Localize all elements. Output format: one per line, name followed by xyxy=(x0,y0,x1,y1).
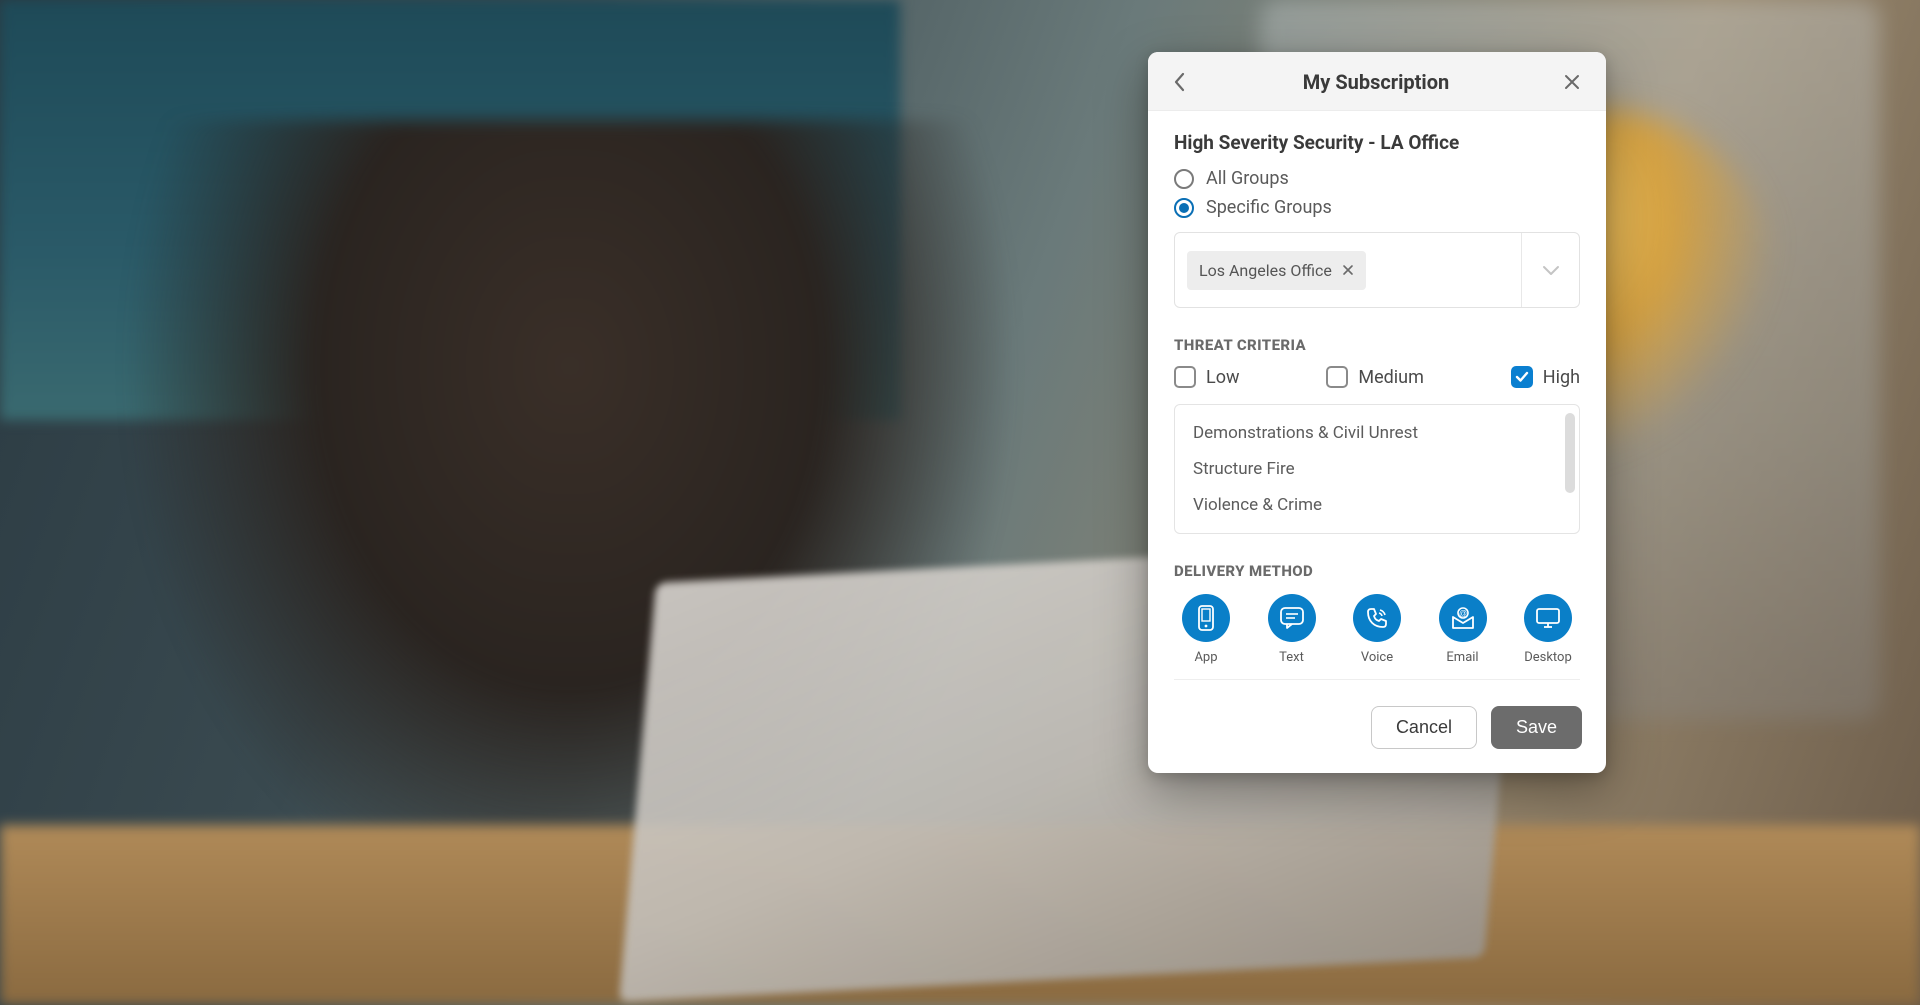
radio-icon xyxy=(1174,169,1194,189)
dialog-header: My Subscription xyxy=(1148,52,1606,111)
app-icon xyxy=(1182,594,1230,642)
delivery-app[interactable]: App xyxy=(1174,594,1238,665)
threat-low[interactable]: Low xyxy=(1174,366,1240,388)
chip-remove[interactable] xyxy=(1342,264,1354,276)
group-chip[interactable]: Los Angeles Office xyxy=(1187,251,1366,290)
subscription-name: High Severity Security - LA Office xyxy=(1174,131,1580,154)
groups-option-all[interactable]: All Groups xyxy=(1174,168,1580,189)
threat-medium[interactable]: Medium xyxy=(1326,366,1424,388)
back-button[interactable] xyxy=(1168,70,1192,94)
delivery-label: Voice xyxy=(1361,650,1393,665)
dialog-footer: Cancel Save xyxy=(1148,688,1606,773)
svg-text:@: @ xyxy=(1458,609,1466,618)
delivery-voice[interactable]: Voice xyxy=(1345,594,1409,665)
groups-chips: Los Angeles Office xyxy=(1175,233,1521,307)
checkbox-label: High xyxy=(1543,367,1580,388)
delivery-desktop[interactable]: Desktop xyxy=(1516,594,1580,665)
email-icon: @ xyxy=(1439,594,1487,642)
delivery-label: App xyxy=(1194,650,1217,665)
threat-category-list[interactable]: Demonstrations & Civil Unrest Structure … xyxy=(1174,404,1580,534)
threat-criteria-label: THREAT CRITERIA xyxy=(1174,336,1580,354)
close-icon xyxy=(1342,264,1354,276)
checkbox-icon xyxy=(1326,366,1348,388)
checkbox-icon xyxy=(1174,366,1196,388)
list-item[interactable]: Violence & Crime xyxy=(1175,487,1579,523)
checkbox-label: Low xyxy=(1206,367,1240,388)
delivery-email[interactable]: @ Email xyxy=(1431,594,1495,665)
delivery-label: Text xyxy=(1279,650,1304,665)
chevron-down-icon xyxy=(1541,263,1561,277)
delivery-methods: App Text Voice @ xyxy=(1174,594,1580,680)
chevron-left-icon xyxy=(1173,72,1187,92)
background-photo: My Subscription High Severity Security -… xyxy=(0,0,1920,1005)
voice-icon xyxy=(1353,594,1401,642)
checkbox-label: Medium xyxy=(1358,367,1424,388)
close-icon xyxy=(1564,74,1580,90)
list-item[interactable]: Demonstrations & Civil Unrest xyxy=(1175,415,1579,451)
check-icon xyxy=(1515,371,1529,383)
list-item[interactable]: Structure Fire xyxy=(1175,451,1579,487)
delivery-text[interactable]: Text xyxy=(1260,594,1324,665)
scrollbar-thumb[interactable] xyxy=(1565,413,1575,493)
groups-selector: Los Angeles Office xyxy=(1174,232,1580,308)
save-button[interactable]: Save xyxy=(1491,706,1582,749)
subscription-dialog: My Subscription High Severity Security -… xyxy=(1148,52,1606,773)
delivery-label: Desktop xyxy=(1524,650,1572,665)
dialog-body: High Severity Security - LA Office All G… xyxy=(1148,111,1606,688)
groups-option-specific[interactable]: Specific Groups xyxy=(1174,197,1580,218)
dialog-title: My Subscription xyxy=(1303,70,1449,94)
delivery-method-label: DELIVERY METHOD xyxy=(1174,562,1580,580)
delivery-label: Email xyxy=(1446,650,1478,665)
radio-label: Specific Groups xyxy=(1206,197,1332,218)
groups-dropdown-toggle[interactable] xyxy=(1521,233,1579,307)
chip-label: Los Angeles Office xyxy=(1199,261,1332,280)
desktop-icon xyxy=(1524,594,1572,642)
checkbox-icon xyxy=(1511,366,1533,388)
cancel-button[interactable]: Cancel xyxy=(1371,706,1477,749)
radio-label: All Groups xyxy=(1206,168,1289,189)
radio-icon xyxy=(1174,198,1194,218)
close-button[interactable] xyxy=(1560,70,1584,94)
text-icon xyxy=(1268,594,1316,642)
threat-levels: Low Medium High xyxy=(1174,366,1580,388)
threat-high[interactable]: High xyxy=(1511,366,1580,388)
